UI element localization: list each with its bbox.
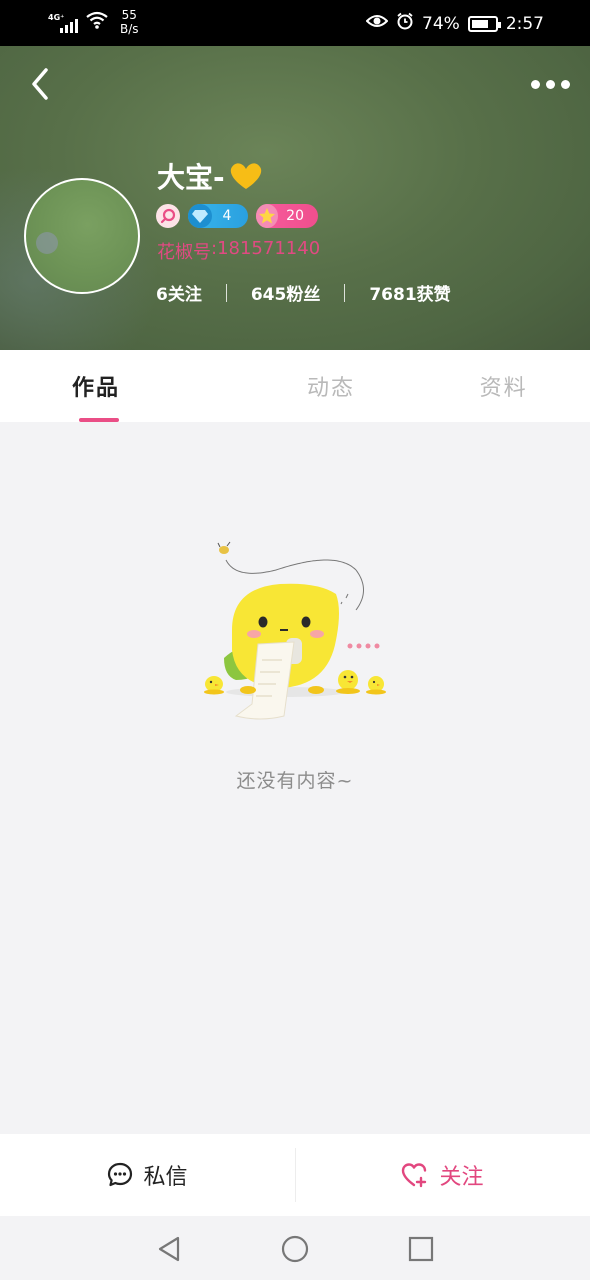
action-divider: [295, 1148, 296, 1202]
battery-icon: [467, 15, 501, 32]
back-button[interactable]: [26, 66, 58, 102]
profile-tabs: 作品 动态 资料: [0, 350, 590, 422]
more-button[interactable]: [530, 72, 570, 96]
nav-home-icon[interactable]: [280, 1234, 310, 1264]
works-content: 还没有内容~: [0, 422, 590, 1116]
badges: 4 20: [156, 204, 318, 228]
empty-state-text: 还没有内容~: [236, 770, 354, 792]
status-bar: 4G⁺ 55 B/s 74% 2:57: [0, 0, 590, 46]
system-nav-bar: [0, 1216, 590, 1280]
bottom-action-bar: 私信 关注: [0, 1134, 590, 1216]
star-level-badge[interactable]: 20: [256, 204, 318, 228]
nickname: 大宝-: [157, 156, 263, 196]
tab-works[interactable]: 作品: [0, 350, 245, 422]
following-count[interactable]: 6关注: [156, 280, 202, 305]
likes-count: 7681获赞: [369, 285, 451, 305]
profile-stats: 6关注 645粉丝 7681获赞: [156, 280, 451, 305]
nav-recents-icon[interactable]: [406, 1234, 436, 1264]
heart-plus-icon: [402, 1163, 427, 1188]
flower-badge-icon[interactable]: [156, 204, 180, 228]
fans-count[interactable]: 645粉丝: [251, 280, 321, 305]
stats-divider: [225, 283, 227, 302]
alarm-icon: [396, 12, 414, 35]
diamond-icon: [188, 204, 212, 228]
avatar[interactable]: [24, 178, 140, 294]
message-button[interactable]: 私信: [0, 1134, 295, 1216]
yellow-heart-icon: [229, 161, 263, 191]
status-right: 74% 2:57: [365, 12, 544, 35]
more-dots-icon: [530, 79, 540, 89]
chat-bubble-icon: [108, 1162, 133, 1187]
user-id: 花椒号:181571140: [157, 238, 321, 263]
status-left: 4G⁺ 55 B/s: [48, 8, 139, 36]
battery-percent: 74%: [422, 13, 460, 34]
tab-moments[interactable]: 动态: [245, 350, 418, 422]
network-speed: 55 B/s: [120, 8, 139, 36]
nav-back-icon[interactable]: [154, 1234, 184, 1264]
diamond-level-badge[interactable]: 4: [188, 204, 248, 228]
clock: 2:57: [505, 13, 544, 34]
empty-state-illustration: [196, 540, 396, 730]
wifi-icon: [86, 11, 108, 33]
chevron-left-icon: [32, 68, 48, 100]
follow-button[interactable]: 关注: [295, 1134, 590, 1216]
eye-icon: [365, 13, 389, 34]
profile-header: 大宝- 4 20 花椒号:181571140 6关注 645粉丝 7681获赞: [0, 46, 590, 350]
stats-divider: [344, 283, 346, 302]
star-icon: [256, 204, 279, 228]
tab-profile-info[interactable]: 资料: [417, 350, 590, 422]
signal-icon: 4G⁺: [48, 11, 78, 33]
